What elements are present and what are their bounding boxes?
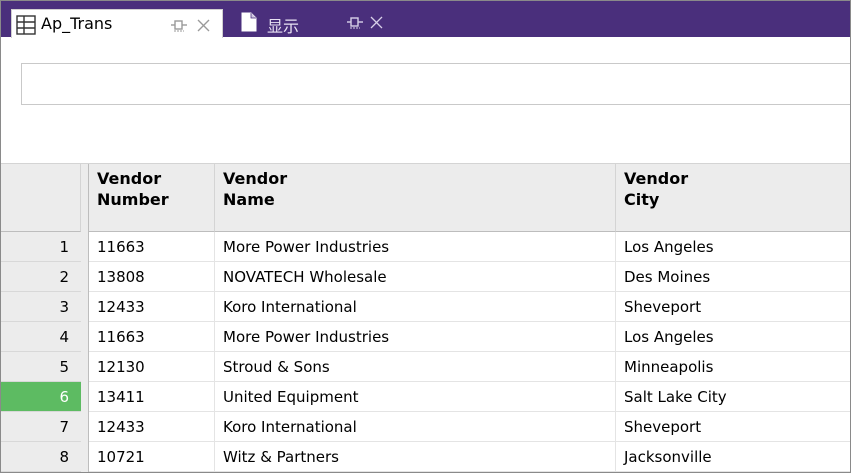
column-header-vendor-number[interactable]: Vendor Number [89, 164, 215, 232]
header-line: Vendor [223, 169, 288, 188]
row-number[interactable]: 4 [1, 322, 81, 352]
tab-ap-trans[interactable]: Ap_Trans [11, 9, 223, 39]
column-header-vendor-name[interactable]: Vendor Name [215, 164, 616, 232]
cell-vendor-name[interactable]: More Power Industries [215, 322, 616, 352]
row-gutter [81, 164, 89, 472]
tab-label: 显示 [267, 17, 300, 36]
cell-vendor-number[interactable]: 13808 [89, 262, 215, 292]
cell-vendor-number[interactable]: 12433 [89, 412, 215, 442]
row-number-header [1, 164, 81, 232]
pin-icon[interactable] [346, 15, 364, 29]
close-icon[interactable] [370, 16, 383, 29]
cell-vendor-number[interactable]: 11663 [89, 322, 215, 352]
cell-vendor-city[interactable]: Jacksonville [616, 442, 850, 472]
header-line: Name [223, 190, 275, 209]
cell-vendor-name[interactable]: Koro International [215, 292, 616, 322]
tab-label: Ap_Trans [41, 14, 113, 33]
cell-vendor-number[interactable]: 12130 [89, 352, 215, 382]
row-number[interactable]: 7 [1, 412, 81, 442]
document-icon [241, 12, 257, 32]
filter-input[interactable] [21, 63, 850, 105]
row-number[interactable]: 1 [1, 232, 81, 262]
cell-vendor-name[interactable]: NOVATECH Wholesale [215, 262, 616, 292]
cell-vendor-city[interactable]: Sheveport [616, 292, 850, 322]
app-window: Ap_Trans 显示 Vendor Number Vendor Name Ve… [0, 0, 851, 473]
column-header-vendor-city[interactable]: Vendor City [616, 164, 850, 232]
header-line: Vendor [97, 169, 162, 188]
cell-vendor-name[interactable]: United Equipment [215, 382, 616, 412]
table-icon [16, 15, 36, 35]
tab-strip: Ap_Trans 显示 [1, 1, 850, 39]
row-number[interactable]: 3 [1, 292, 81, 322]
header-line: City [624, 190, 660, 209]
cell-vendor-number[interactable]: 12433 [89, 292, 215, 322]
pin-icon[interactable] [170, 18, 188, 32]
row-number[interactable]: 8 [1, 442, 81, 472]
header-line: Number [97, 190, 169, 209]
row-number[interactable]: 6 [1, 382, 81, 412]
cell-vendor-name[interactable]: Koro International [215, 412, 616, 442]
cell-vendor-city[interactable]: Salt Lake City [616, 382, 850, 412]
cell-vendor-number[interactable]: 10721 [89, 442, 215, 472]
tab-display[interactable]: 显示 [237, 9, 417, 37]
cell-vendor-name[interactable]: More Power Industries [215, 232, 616, 262]
header-line: Vendor [624, 169, 689, 188]
cell-vendor-name[interactable]: Witz & Partners [215, 442, 616, 472]
cell-vendor-city[interactable]: Sheveport [616, 412, 850, 442]
row-number[interactable]: 2 [1, 262, 81, 292]
cell-vendor-name[interactable]: Stroud & Sons [215, 352, 616, 382]
cell-vendor-number[interactable]: 11663 [89, 232, 215, 262]
cell-vendor-number[interactable]: 13411 [89, 382, 215, 412]
cell-vendor-city[interactable]: Los Angeles [616, 232, 850, 262]
close-icon[interactable] [197, 19, 210, 32]
cell-vendor-city[interactable]: Minneapolis [616, 352, 850, 382]
cell-vendor-city[interactable]: Los Angeles [616, 322, 850, 352]
row-number[interactable]: 5 [1, 352, 81, 382]
cell-vendor-city[interactable]: Des Moines [616, 262, 850, 292]
data-grid: Vendor Number Vendor Name Vendor City 11… [1, 164, 850, 472]
